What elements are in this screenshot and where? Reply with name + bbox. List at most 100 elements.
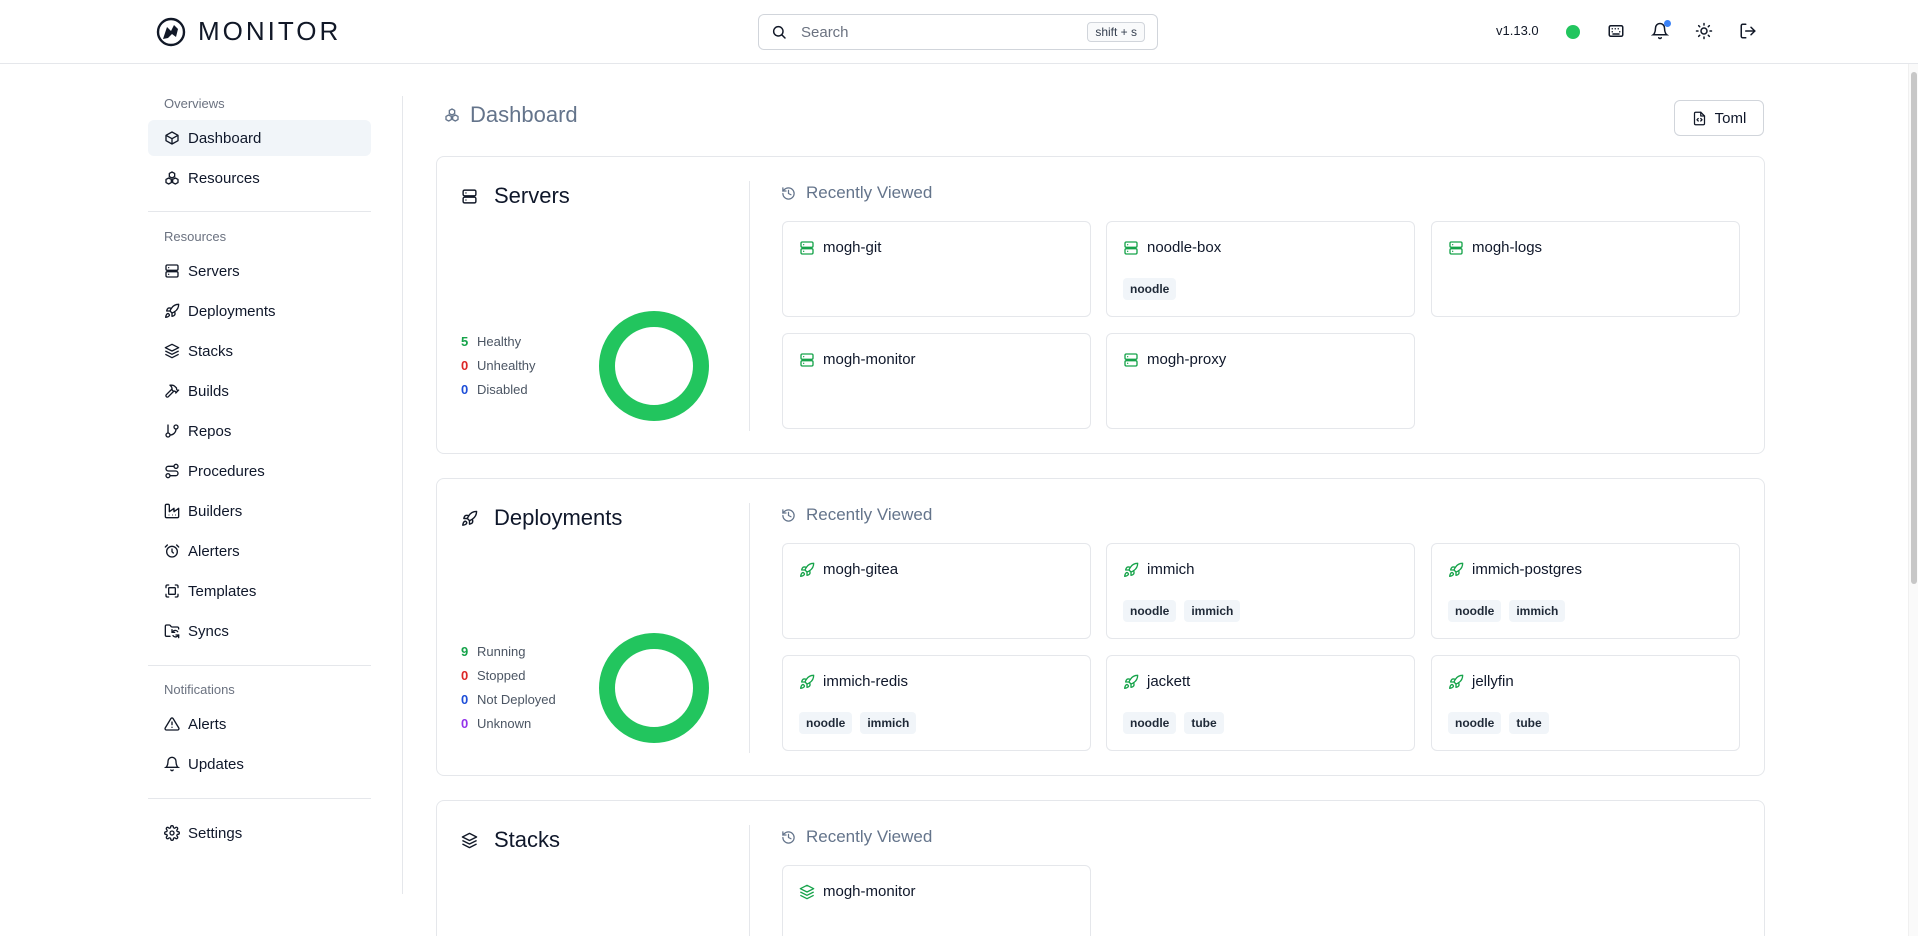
sidebar-item-syncs[interactable]: Syncs — [148, 613, 371, 649]
tag-list: noodle immich — [1123, 600, 1248, 622]
servers-donut-chart — [599, 311, 709, 421]
sidebar-item-procedures[interactable]: Procedures — [148, 453, 371, 489]
tag[interactable]: noodle — [799, 712, 853, 734]
sidebar-item-label: Builders — [188, 502, 243, 520]
sidebar-item-label: Dashboard — [188, 129, 262, 147]
sidebar-item-servers[interactable]: Servers — [148, 253, 371, 289]
tag[interactable]: tube — [1184, 712, 1224, 734]
history-icon — [782, 508, 795, 522]
tag[interactable]: noodle — [1448, 712, 1502, 734]
search-input[interactable]: Search — [801, 24, 1087, 41]
sidebar-item-label: Servers — [188, 262, 240, 280]
rocket-icon — [800, 674, 815, 689]
card-header: mogh-monitor — [799, 883, 916, 900]
server-icon — [165, 264, 179, 278]
sidebar-item-templates[interactable]: Templates — [148, 573, 371, 609]
toml-button[interactable]: Toml — [1674, 100, 1764, 136]
server-card[interactable]: mogh-logs — [1431, 221, 1740, 317]
section-title[interactable]: Servers — [461, 183, 570, 209]
sun-icon — [1695, 22, 1713, 40]
boxes-icon — [445, 108, 459, 122]
keyboard-shortcuts-button[interactable] — [1607, 22, 1625, 40]
card-header: jellyfin — [1448, 673, 1514, 690]
stat-count: 0 — [461, 357, 469, 373]
section-title[interactable]: Stacks — [461, 827, 560, 853]
tag[interactable]: immich — [1184, 600, 1241, 622]
section-divider — [749, 181, 750, 431]
history-icon — [782, 186, 795, 200]
section-title-text: Servers — [494, 183, 570, 208]
server-icon — [800, 352, 814, 367]
search-shortcut-hint: shift + s — [1087, 22, 1145, 42]
card-title: mogh-git — [823, 239, 882, 256]
card-header: jackett — [1123, 673, 1190, 690]
deployment-card[interactable]: jellyfin noodle tube — [1431, 655, 1740, 751]
sidebar-item-deployments[interactable]: Deployments — [148, 293, 371, 329]
sidebar-item-dashboard[interactable]: Dashboard — [148, 120, 371, 156]
deployment-card[interactable]: immich-redis noodle immich — [782, 655, 1091, 751]
tag[interactable]: immich — [860, 712, 917, 734]
stat-count: 0 — [461, 691, 469, 707]
recently-viewed-label: Recently Viewed — [806, 827, 933, 846]
server-card[interactable]: mogh-proxy — [1106, 333, 1415, 429]
sidebar-item-repos[interactable]: Repos — [148, 413, 371, 449]
tag[interactable]: noodle — [1123, 278, 1177, 300]
logout-button[interactable] — [1739, 22, 1757, 40]
layers-icon — [164, 343, 180, 359]
tag[interactable]: tube — [1509, 712, 1549, 734]
layers-icon — [461, 832, 478, 848]
sidebar-item-label: Settings — [188, 824, 243, 842]
tag[interactable]: immich — [1509, 600, 1566, 622]
section-title[interactable]: Deployments — [461, 505, 622, 531]
card-title: mogh-gitea — [823, 561, 899, 578]
tag-list: noodle tube — [1123, 712, 1232, 734]
card-title: mogh-proxy — [1147, 351, 1227, 368]
deployment-card[interactable]: immich noodle immich — [1106, 543, 1415, 639]
sidebar-item-resources[interactable]: Resources — [148, 160, 371, 196]
rocket-icon — [1449, 674, 1464, 689]
theme-toggle-button[interactable] — [1695, 22, 1713, 40]
recently-viewed-title: Recently Viewed — [781, 183, 932, 203]
server-card[interactable]: noodle-box noodle — [1106, 221, 1415, 317]
tag[interactable]: noodle — [1123, 600, 1177, 622]
notifications-button[interactable] — [1650, 20, 1671, 40]
sidebar-item-stacks[interactable]: Stacks — [148, 333, 371, 369]
rocket-icon — [165, 303, 180, 318]
server-card[interactable]: mogh-git — [782, 221, 1091, 317]
sidebar-item-settings[interactable]: Settings — [148, 815, 371, 851]
rocket-icon — [1449, 562, 1464, 577]
deployment-card[interactable]: jackett noodle tube — [1106, 655, 1415, 751]
server-icon — [800, 240, 814, 255]
app-logo[interactable]: MONITOR — [156, 16, 341, 47]
sidebar-item-builders[interactable]: Builders — [148, 493, 371, 529]
sidebar-item-alerts[interactable]: Alerts — [148, 706, 371, 742]
scrollbar-thumb[interactable] — [1911, 72, 1917, 584]
deployment-card[interactable]: immich-postgres noodle immich — [1431, 543, 1740, 639]
sidebar-item-label: Stacks — [188, 342, 234, 360]
server-card[interactable]: mogh-monitor — [782, 333, 1091, 429]
sidebar-item-alerters[interactable]: Alerters — [148, 533, 371, 569]
card-title: mogh-monitor — [823, 351, 916, 368]
sidebar-item-builds[interactable]: Builds — [148, 373, 371, 409]
app-name: MONITOR — [198, 16, 342, 46]
sidebar-divider — [148, 798, 371, 799]
card-header: immich-postgres — [1448, 561, 1582, 578]
sidebar-item-updates[interactable]: Updates — [148, 746, 371, 782]
deployment-card[interactable]: mogh-gitea — [782, 543, 1091, 639]
stacks-section: Stacks Recently Viewed mogh-monitor — [436, 800, 1765, 936]
search-bar[interactable]: Search shift + s — [758, 14, 1158, 50]
page-scrollbar[interactable] — [1908, 64, 1918, 936]
tag[interactable]: noodle — [1123, 712, 1177, 734]
section-divider — [749, 825, 750, 936]
card-title: immich-redis — [823, 673, 909, 690]
page-title: Dashboard — [444, 102, 578, 128]
gear-icon — [164, 825, 180, 841]
version-label: v1.13.0 — [1496, 23, 1539, 38]
tag[interactable]: noodle — [1448, 600, 1502, 622]
card-header: immich — [1123, 561, 1195, 578]
folder-sync-icon — [164, 624, 180, 639]
stat-label: Not Deployed — [477, 691, 556, 707]
stack-card[interactable]: mogh-monitor — [782, 865, 1091, 936]
sidebar-section-overviews: Overviews — [164, 96, 225, 111]
rocket-icon — [1124, 562, 1139, 577]
